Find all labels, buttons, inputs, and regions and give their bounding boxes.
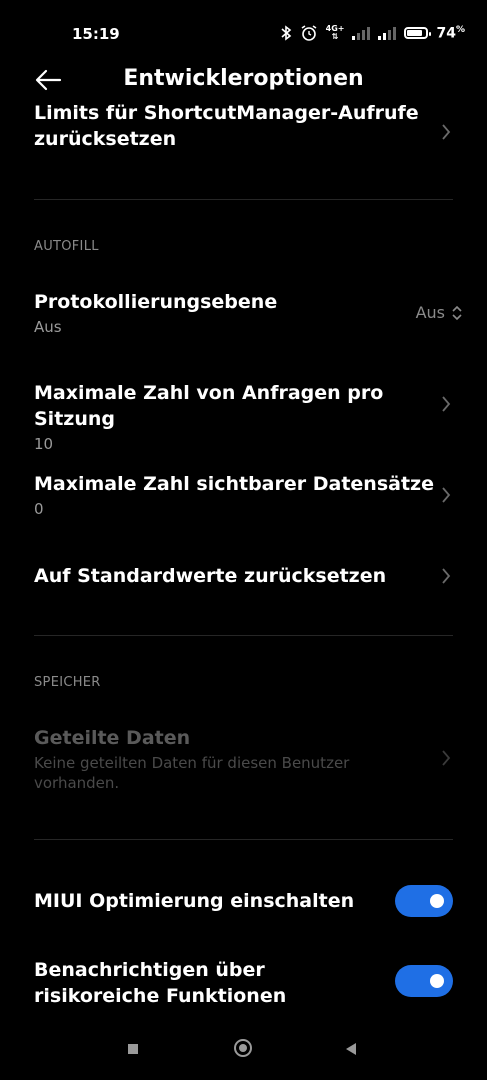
geteilte-daten-subtitle: Keine geteilten Daten für diesen Benutze… — [34, 754, 350, 792]
home-button[interactable] — [234, 1039, 252, 1057]
max-datensaetze-title: Maximale Zahl sichtbarer Datensätze — [34, 473, 434, 495]
standardwerte-item[interactable]: Auf Standardwerte zurücksetzen — [34, 563, 453, 589]
protokollierungsebene-title: Protokollierungsebene — [34, 291, 278, 313]
miui-optimierung-title: MIUI Optimierung einschalten — [34, 890, 355, 912]
standardwerte-title: Auf Standardwerte zurücksetzen — [34, 565, 387, 587]
protokollierungsebene-item[interactable]: Protokollierungsebene Aus — [34, 289, 453, 337]
shortcut-limits-item[interactable]: Limits für ShortcutManager-Aufrufe zurüc… — [34, 100, 453, 152]
max-datensaetze-subtitle: 0 — [34, 500, 44, 518]
network-arrows-icon: ⇅ — [331, 32, 339, 41]
screen: 15:19 4G+ ⇅ 74% Entwickleroptionen Limit… — [0, 0, 487, 1080]
chevron-right-icon — [442, 750, 451, 766]
chevron-right-icon — [442, 568, 451, 584]
signal-icon — [352, 26, 371, 40]
risikoreiche-funktionen-title: Benachrichtigen über risikoreiche Funkti… — [34, 959, 287, 1007]
toggle-knob — [430, 894, 444, 908]
max-datensaetze-item[interactable]: Maximale Zahl sichtbarer Datensätze 0 — [34, 471, 453, 519]
max-anfragen-title: Maximale Zahl von Anfragen pro Sitzung — [34, 382, 384, 430]
max-anfragen-subtitle: 10 — [34, 435, 54, 453]
miui-optimierung-toggle[interactable] — [395, 885, 453, 917]
protokollierungsebene-value: Aus — [415, 303, 445, 322]
geteilte-daten-item: Geteilte Daten Keine geteilten Daten für… — [34, 725, 453, 793]
section-header-speicher: SPEICHER — [34, 675, 101, 690]
section-header-autofill: AUTOFILL — [34, 239, 99, 254]
signal-icon-2 — [378, 26, 397, 40]
bluetooth-icon — [281, 25, 291, 41]
recents-button[interactable] — [128, 1044, 138, 1054]
app-header: Entwickleroptionen — [0, 56, 487, 104]
miui-optimierung-item: MIUI Optimierung einschalten — [34, 888, 377, 914]
chevron-right-icon — [442, 124, 451, 140]
back-button[interactable] — [346, 1043, 356, 1055]
max-anfragen-item[interactable]: Maximale Zahl von Anfragen pro Sitzung 1… — [34, 380, 453, 454]
battery-value: 74 — [436, 25, 456, 42]
status-icons: 4G+ ⇅ 74% — [280, 22, 465, 44]
unfold-icon — [452, 305, 462, 320]
divider — [34, 199, 453, 200]
risikoreiche-funktionen-item: Benachrichtigen über risikoreiche Funkti… — [34, 957, 377, 1009]
risikoreiche-funktionen-toggle[interactable] — [395, 965, 453, 997]
divider — [34, 839, 453, 840]
protokollierungsebene-subtitle: Aus — [34, 318, 62, 336]
geteilte-daten-title: Geteilte Daten — [34, 727, 191, 749]
divider — [34, 635, 453, 636]
battery-percent: 74% — [436, 25, 465, 42]
page-title: Entwickleroptionen — [123, 66, 364, 91]
shortcut-limits-title-line2: zurücksetzen — [34, 128, 177, 150]
network-type: 4G+ ⇅ — [326, 25, 345, 41]
chevron-right-icon — [442, 487, 451, 503]
protokollierungsebene-select[interactable]: Aus — [416, 303, 463, 322]
navigation-bar — [0, 1024, 487, 1080]
chevron-right-icon — [442, 396, 451, 412]
battery-unit: % — [455, 24, 465, 35]
status-time: 15:19 — [72, 25, 120, 43]
battery-icon — [404, 27, 432, 39]
toggle-knob — [430, 974, 444, 988]
alarm-icon — [301, 25, 317, 41]
